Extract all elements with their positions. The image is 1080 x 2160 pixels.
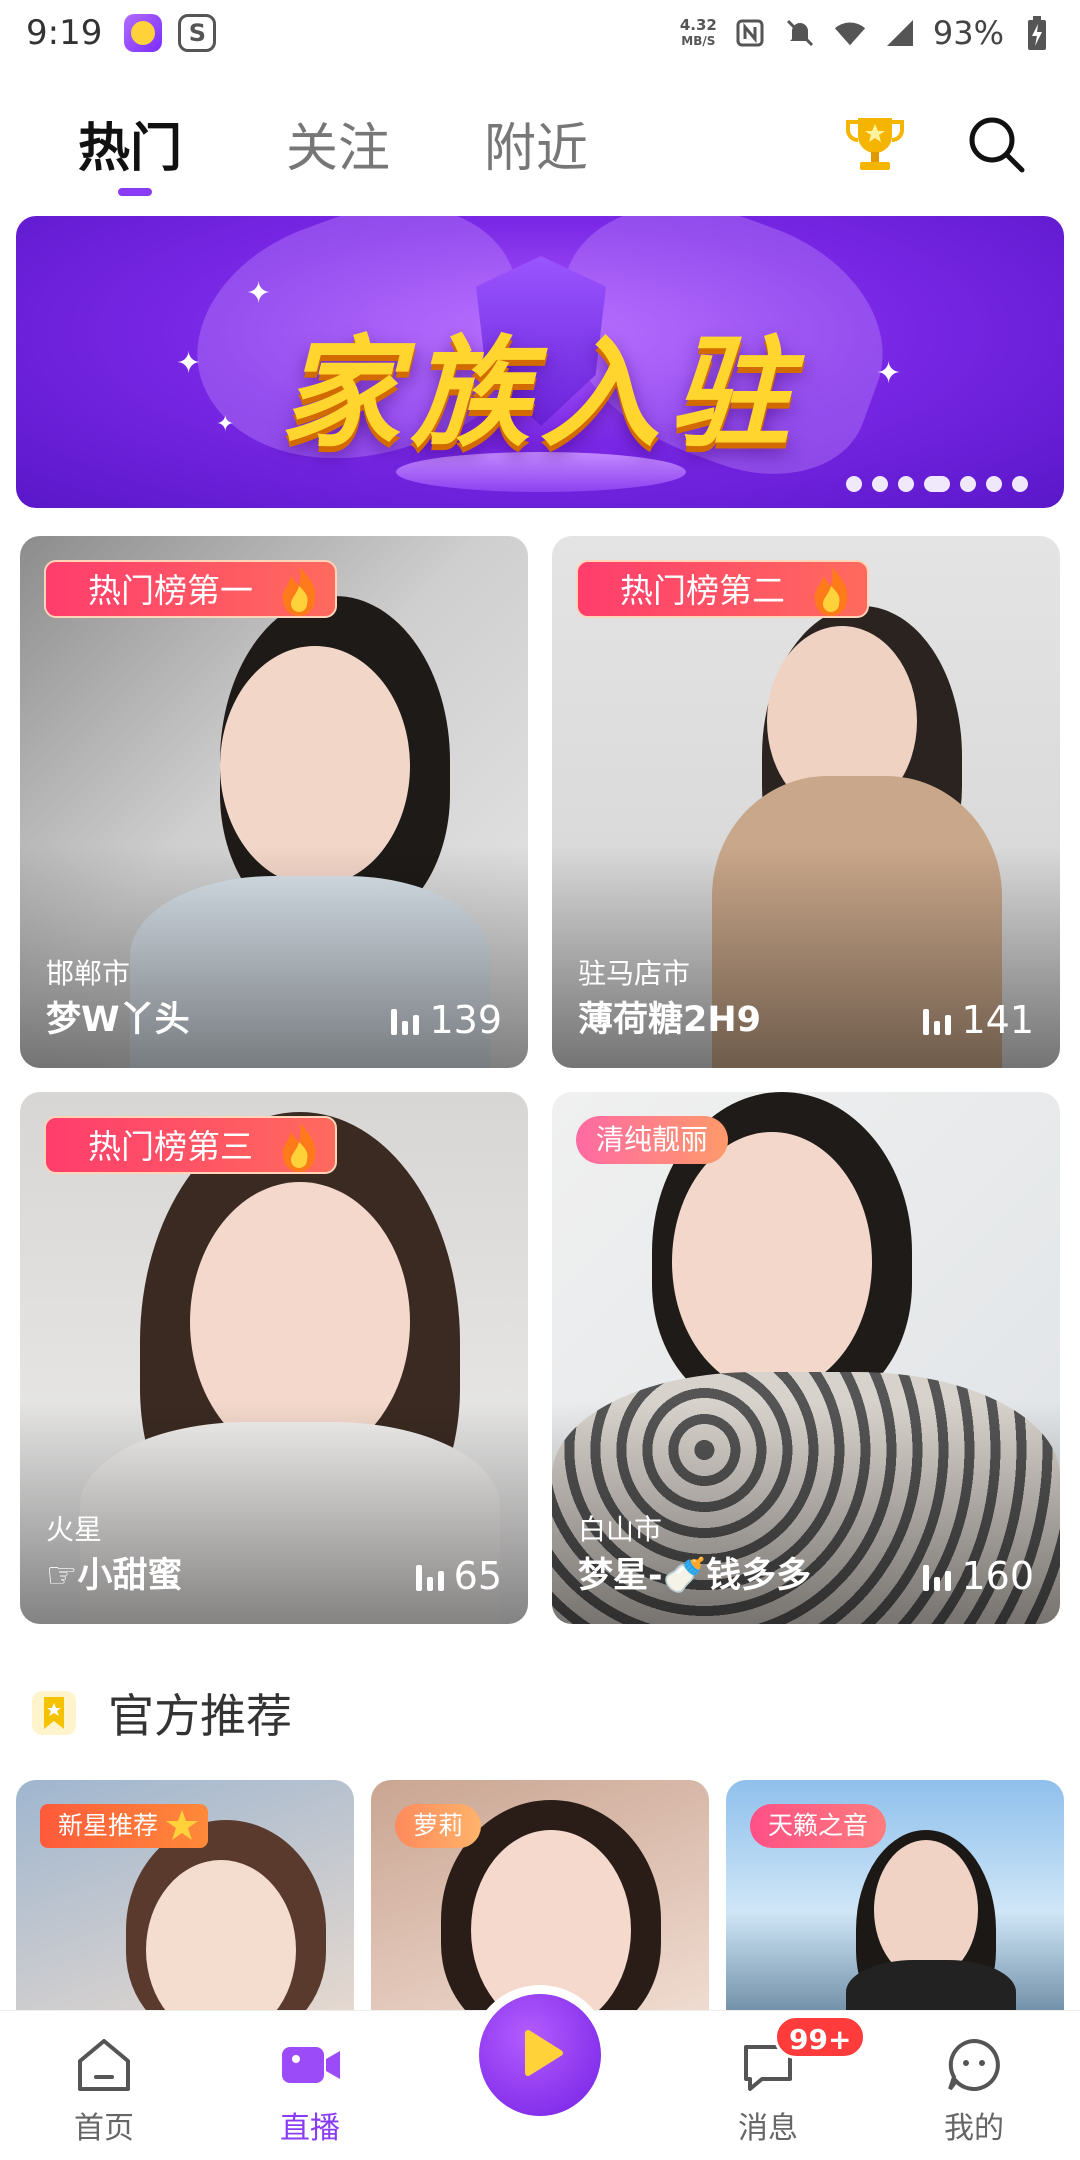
pagination-dot[interactable] xyxy=(986,476,1002,492)
nav-profile-label: 我的 xyxy=(944,2111,1004,2146)
flame-icon xyxy=(803,562,859,618)
unread-badge: 99+ xyxy=(774,2015,867,2059)
rank-badge: 热门榜第二 xyxy=(576,560,869,618)
viewer-count: 139 xyxy=(391,998,502,1042)
rank-badge-label: 热门榜第二 xyxy=(620,571,785,610)
viewers-bars-icon xyxy=(415,1561,444,1591)
live-room-card[interactable]: 热门榜第一 邯郸市 梦W丫头 139 xyxy=(20,536,528,1068)
tab-follow[interactable]: 关注 xyxy=(286,106,390,181)
section-title: 官方推荐 xyxy=(108,1689,292,1743)
pagination-dot[interactable] xyxy=(846,476,862,492)
live-room-card[interactable]: 清纯靓丽 白山市 梦星-🍼钱多多 160 xyxy=(552,1092,1060,1624)
viewer-count-value: 65 xyxy=(453,1554,502,1598)
active-tab-indicator xyxy=(118,188,152,196)
app-notification-icon xyxy=(124,14,163,52)
recommend-tag: 天籁之音 xyxy=(750,1804,887,1848)
home-icon xyxy=(72,2035,136,2095)
recommend-tag: 新星推荐 xyxy=(40,1804,209,1848)
live-room-card[interactable]: 热门榜第三 火星 ☞小甜蜜 65 xyxy=(20,1092,528,1624)
mute-icon xyxy=(783,16,817,50)
viewer-count-value: 139 xyxy=(429,998,502,1042)
start-live-button[interactable] xyxy=(470,1985,610,2125)
network-speed: 4.32 MB/S xyxy=(680,17,717,49)
promo-banner[interactable]: ✦ ✦ ✦ ✦ 家族入驻 xyxy=(16,216,1064,508)
banner-title: 家族入驻 xyxy=(280,325,800,464)
streamer-name: 梦星-🍼钱多多 xyxy=(578,1556,812,1596)
nav-profile[interactable]: 我的 xyxy=(914,2035,1034,2147)
nav-live[interactable]: 直播 xyxy=(250,2035,370,2147)
streamer-name: ☞小甜蜜 xyxy=(46,1556,183,1596)
wifi-icon xyxy=(833,16,867,50)
rank-badge: 热门榜第一 xyxy=(44,560,337,618)
streamer-city: 火星 xyxy=(46,1513,103,1546)
official-recommend-header: 官方推荐 xyxy=(28,1678,292,1748)
nfc-icon xyxy=(733,16,767,50)
viewers-bars-icon xyxy=(923,1561,952,1591)
live-room-card[interactable]: 热门榜第二 驻马店市 薄荷糖2H9 141 xyxy=(552,536,1060,1068)
message-icon: 99+ xyxy=(736,2015,867,2095)
network-speed-value: 4.32 xyxy=(679,16,717,34)
nav-home-label: 首页 xyxy=(74,2111,134,2146)
nav-messages[interactable]: 99+ 消息 xyxy=(708,2015,867,2147)
trophy-icon[interactable] xyxy=(842,110,908,176)
viewer-count: 160 xyxy=(923,1554,1034,1598)
flame-icon xyxy=(271,562,327,618)
nav-messages-label: 消息 xyxy=(738,2111,798,2146)
streamer-city: 邯郸市 xyxy=(46,957,131,990)
profile-chat-icon xyxy=(942,2035,1006,2095)
streamer-city: 白山市 xyxy=(578,1513,663,1546)
pagination-dot[interactable] xyxy=(872,476,888,492)
recommend-card[interactable]: 天籁之音 xyxy=(726,1780,1064,2020)
viewer-count-value: 141 xyxy=(961,998,1034,1042)
battery-percent: 93% xyxy=(932,14,1004,52)
viewer-count-value: 160 xyxy=(961,1554,1034,1598)
star-icon xyxy=(164,1808,200,1844)
viewer-count: 65 xyxy=(415,1554,502,1598)
streamer-tag: 清纯靓丽 xyxy=(576,1116,729,1164)
rank-badge-label: 热门榜第三 xyxy=(88,1127,253,1166)
signal-icon xyxy=(883,16,917,50)
streamer-name: 薄荷糖2H9 xyxy=(578,1000,761,1040)
recommend-card[interactable]: 新星推荐 xyxy=(16,1780,354,2020)
pagination-dot[interactable] xyxy=(898,476,914,492)
recommend-tag-label: 新星推荐 xyxy=(58,1811,159,1840)
play-icon xyxy=(510,2023,570,2087)
pagination-dot[interactable] xyxy=(1012,476,1028,492)
battery-charging-icon xyxy=(1020,16,1054,50)
nav-live-label: 直播 xyxy=(280,2111,340,2146)
bottom-navigation: 首页 直播 99+ 消息 我的 xyxy=(0,1985,1080,2160)
status-bar: 9:19 S 4.32 MB/S 93% xyxy=(0,0,1080,66)
recommend-card[interactable]: 萝莉 xyxy=(371,1780,709,2020)
rank-badge-label: 热门榜第一 xyxy=(88,571,253,610)
network-speed-unit: MB/S xyxy=(681,34,716,48)
viewers-bars-icon xyxy=(923,1005,952,1035)
tab-nearby[interactable]: 附近 xyxy=(484,106,588,181)
viewer-count: 141 xyxy=(923,998,1034,1042)
tab-hot[interactable]: 热门 xyxy=(78,106,182,181)
banner-pagination xyxy=(846,476,1028,492)
pagination-dot[interactable] xyxy=(960,476,976,492)
streamer-name: 梦W丫头 xyxy=(46,1000,190,1040)
rank-badge: 热门榜第三 xyxy=(44,1116,337,1174)
streamer-city: 驻马店市 xyxy=(578,957,691,990)
pagination-dot-active[interactable] xyxy=(924,476,950,492)
search-icon[interactable] xyxy=(964,112,1028,176)
video-camera-icon xyxy=(278,2035,342,2095)
s-notification-icon: S xyxy=(178,14,217,52)
top-tab-bar: 热门 关注 附近 xyxy=(0,96,1080,206)
recommend-tag: 萝莉 xyxy=(395,1804,482,1848)
flame-icon xyxy=(271,1118,327,1174)
status-time: 9:19 xyxy=(26,13,103,53)
viewers-bars-icon xyxy=(391,1005,420,1035)
nav-home[interactable]: 首页 xyxy=(44,2035,164,2147)
bookmark-icon xyxy=(28,1687,80,1739)
